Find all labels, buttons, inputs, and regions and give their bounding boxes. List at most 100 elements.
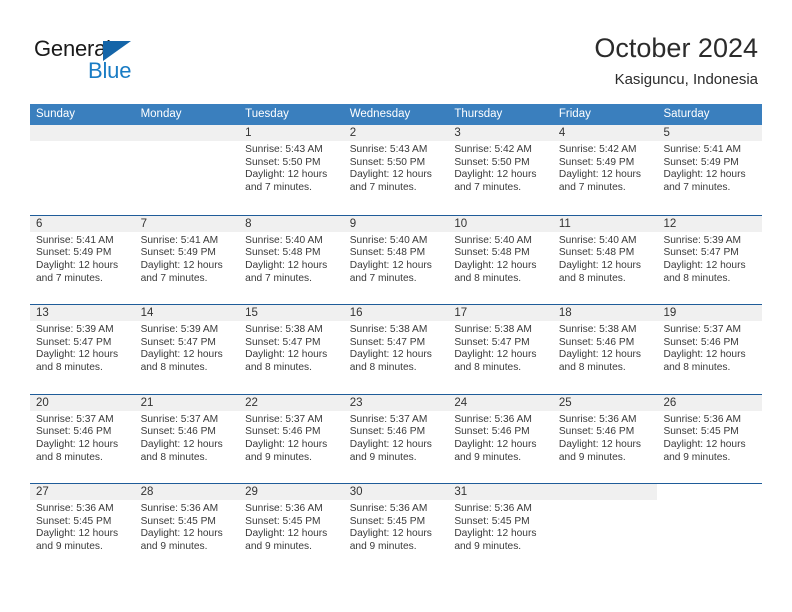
day-cell-empty — [657, 484, 762, 574]
daylight-text-line2: and 7 minutes. — [454, 182, 522, 194]
sunrise-text: Sunrise: 5:43 AM — [245, 144, 323, 155]
day-cell-25[interactable]: 25 Sunrise: 5:36 AM Sunset: 5:46 PM Dayligh… — [553, 395, 658, 485]
day-cell-7[interactable]: 7 Sunrise: 5:41 AM Sunset: 5:49 PM Daylight… — [135, 216, 240, 306]
week-cells: 27 Sunrise: 5:36 AM Sunset: 5:45 PM Dayligh… — [30, 484, 762, 574]
daylight-text-line2: and 7 minutes. — [245, 272, 312, 284]
sunset-text: Sunset: 5:46 PM — [663, 336, 739, 348]
sunset-text: Sunset: 5:45 PM — [454, 515, 530, 527]
day-sun-info: Sunrise: 5:37 AM Sunset: 5:46 PM Daylight:… — [350, 414, 444, 465]
sunset-text: Sunset: 5:45 PM — [663, 426, 739, 438]
sunrise-text: Sunrise: 5:37 AM — [36, 413, 114, 425]
sunrise-text: Sunrise: 5:40 AM — [349, 234, 428, 246]
day-cell-3[interactable]: 3 Sunrise: 5:42 AM Sunset: 5:50 PM Daylight… — [448, 125, 553, 215]
daylight-text-line2: and 7 minutes. — [36, 272, 103, 284]
day-cell-15[interactable]: 15 Sunrise: 5:38 AM Sunset: 5:47 PM Dayligh… — [239, 305, 344, 395]
day-cell-20[interactable]: 20 Sunrise: 5:37 AM Sunset: 5:46 PM Dayligh… — [30, 395, 135, 485]
day-number: 2 — [349, 127, 357, 139]
day-cell-17[interactable]: 17 Sunrise: 5:38 AM Sunset: 5:47 PM Dayligh… — [448, 305, 553, 395]
daylight-text-line2: and 8 minutes. — [36, 451, 103, 463]
day-sun-info: Sunrise: 5:39 AM Sunset: 5:47 PM Daylight:… — [141, 324, 235, 375]
sunset-text: Sunset: 5:48 PM — [349, 247, 426, 259]
title-block: October 2024 Kasiguncu, Indonesia — [594, 32, 758, 89]
sunrise-text: Sunrise: 5:36 AM — [454, 413, 532, 425]
day-cell-1[interactable]: 1 Sunrise: 5:43 AM Sunset: 5:50 PM Daylight… — [239, 125, 344, 215]
daylight-text-line2: and 7 minutes. — [349, 272, 417, 284]
sunrise-text: Sunrise: 5:41 AM — [36, 234, 114, 246]
sunrise-text: Sunrise: 5:42 AM — [454, 144, 532, 155]
sunrise-text: Sunrise: 5:36 AM — [36, 503, 114, 514]
day-sun-info: Sunrise: 5:40 AM Sunset: 5:48 PM Daylight:… — [245, 235, 339, 286]
day-cell-19[interactable]: 19 Sunrise: 5:37 AM Sunset: 5:46 PM Dayligh… — [657, 305, 762, 395]
day-cell-21[interactable]: 21 Sunrise: 5:37 AM Sunset: 5:46 PM Dayligh… — [135, 395, 240, 485]
day-cell-8[interactable]: 8 Sunrise: 5:40 AM Sunset: 5:48 PM Daylight… — [239, 216, 344, 306]
daylight-text-line1: Daylight: 12 hours — [140, 349, 223, 361]
day-cell-23[interactable]: 23 Sunrise: 5:37 AM Sunset: 5:46 PM Dayligh… — [344, 395, 449, 485]
day-cell-30[interactable]: 30 Sunrise: 5:36 AM Sunset: 5:45 PM Dayligh… — [344, 484, 449, 574]
day-cell-2[interactable]: 2 Sunrise: 5:43 AM Sunset: 5:50 PM Daylight… — [344, 125, 449, 215]
day-number: 14 — [140, 307, 154, 319]
day-cell-27[interactable]: 27 Sunrise: 5:36 AM Sunset: 5:45 PM Dayligh… — [30, 484, 135, 574]
day-sun-info: Sunrise: 5:38 AM Sunset: 5:46 PM Daylight:… — [559, 324, 653, 375]
day-sun-info: Sunrise: 5:36 AM Sunset: 5:45 PM Daylight:… — [454, 503, 548, 554]
sunset-text: Sunset: 5:47 PM — [36, 336, 112, 348]
day-sun-info: Sunrise: 5:42 AM Sunset: 5:50 PM Daylight:… — [454, 144, 548, 195]
day-number: 3 — [454, 127, 461, 139]
day-sun-info: Sunrise: 5:38 AM Sunset: 5:47 PM Daylight:… — [245, 324, 339, 375]
day-cell-5[interactable]: 5 Sunrise: 5:41 AM Sunset: 5:49 PM Daylight… — [657, 125, 762, 215]
daylight-text-line1: Daylight: 12 hours — [245, 438, 328, 450]
sunset-text: Sunset: 5:49 PM — [36, 247, 112, 259]
general-blue-logo[interactable]: General Blue — [34, 36, 214, 88]
sunrise-text: Sunrise: 5:37 AM — [663, 324, 742, 335]
sunrise-text: Sunrise: 5:40 AM — [245, 234, 323, 246]
sunrise-text: Sunrise: 5:38 AM — [245, 324, 323, 335]
day-cell-31[interactable]: 31 Sunrise: 5:36 AM Sunset: 5:45 PM Dayligh… — [448, 484, 553, 574]
daylight-text-line2: and 8 minutes. — [140, 362, 208, 374]
daylight-text-line2: and 9 minutes. — [349, 451, 417, 463]
weekday-header-sunday: Sunday — [36, 108, 76, 120]
sunset-text: Sunset: 5:46 PM — [454, 426, 530, 438]
daylight-text-line1: Daylight: 12 hours — [36, 259, 119, 271]
day-cell-24[interactable]: 24 Sunrise: 5:36 AM Sunset: 5:46 PM Dayligh… — [448, 395, 553, 485]
day-cell-29[interactable]: 29 Sunrise: 5:36 AM Sunset: 5:45 PM Dayligh… — [239, 484, 344, 574]
sunrise-text: Sunrise: 5:40 AM — [454, 234, 532, 246]
day-sun-info: Sunrise: 5:40 AM Sunset: 5:48 PM Daylight:… — [350, 235, 444, 286]
day-number: 19 — [663, 307, 677, 319]
sunrise-text: Sunrise: 5:40 AM — [558, 234, 637, 246]
day-number: 30 — [349, 486, 363, 498]
sunset-text: Sunset: 5:46 PM — [558, 336, 635, 348]
calendar-week-row: 27 Sunrise: 5:36 AM Sunset: 5:45 PM Dayligh… — [30, 483, 762, 573]
day-sun-info: Sunrise: 5:37 AM Sunset: 5:46 PM Daylight:… — [36, 414, 130, 465]
daylight-text-line1: Daylight: 12 hours — [454, 259, 537, 271]
sunrise-text: Sunrise: 5:37 AM — [349, 413, 428, 425]
day-cell-4[interactable]: 4 Sunrise: 5:42 AM Sunset: 5:49 PM Daylight… — [553, 125, 658, 215]
day-cell-13[interactable]: 13 Sunrise: 5:39 AM Sunset: 5:47 PM Dayligh… — [30, 305, 135, 395]
daylight-text-line2: and 8 minutes. — [558, 272, 626, 284]
daylight-text-line2: and 9 minutes. — [558, 451, 626, 463]
daylight-text-line1: Daylight: 12 hours — [245, 259, 328, 271]
day-cell-28[interactable]: 28 Sunrise: 5:36 AM Sunset: 5:45 PM Dayligh… — [135, 484, 240, 574]
day-cell-22[interactable]: 22 Sunrise: 5:37 AM Sunset: 5:46 PM Dayligh… — [239, 395, 344, 485]
daylight-text-line2: and 9 minutes. — [663, 451, 731, 463]
daylight-text-line1: Daylight: 12 hours — [36, 528, 119, 540]
daylight-text-line2: and 8 minutes. — [663, 362, 731, 374]
day-cell-6[interactable]: 6 Sunrise: 5:41 AM Sunset: 5:49 PM Daylight… — [30, 216, 135, 306]
day-sun-info: Sunrise: 5:40 AM Sunset: 5:48 PM Daylight:… — [454, 235, 548, 286]
day-cell-14[interactable]: 14 Sunrise: 5:39 AM Sunset: 5:47 PM Dayligh… — [135, 305, 240, 395]
day-number: 12 — [663, 217, 677, 230]
day-number: 5 — [663, 127, 670, 139]
day-sun-info: Sunrise: 5:41 AM Sunset: 5:49 PM Daylight:… — [141, 235, 235, 286]
day-cell-26[interactable]: 26 Sunrise: 5:36 AM Sunset: 5:45 PM Dayligh… — [657, 395, 762, 485]
day-cell-18[interactable]: 18 Sunrise: 5:38 AM Sunset: 5:46 PM Dayligh… — [553, 305, 658, 395]
day-cell-11[interactable]: 11 Sunrise: 5:40 AM Sunset: 5:48 PM Dayligh… — [553, 216, 658, 306]
day-cell-12[interactable]: 12 Sunrise: 5:39 AM Sunset: 5:47 PM Dayligh… — [657, 216, 762, 306]
day-cell-empty — [30, 125, 135, 215]
day-cell-10[interactable]: 10 Sunrise: 5:40 AM Sunset: 5:48 PM Dayligh… — [448, 216, 553, 306]
week-cells: 13 Sunrise: 5:39 AM Sunset: 5:47 PM Dayligh… — [30, 305, 762, 395]
weekday-header-row: Sunday Monday Tuesday Wednesday Thursday Frid… — [30, 104, 762, 125]
day-cell-9[interactable]: 9 Sunrise: 5:40 AM Sunset: 5:48 PM Daylight… — [344, 216, 449, 306]
week-cells: 6 Sunrise: 5:41 AM Sunset: 5:49 PM Daylight… — [30, 216, 762, 306]
day-cell-16[interactable]: 16 Sunrise: 5:38 AM Sunset: 5:47 PM Dayligh… — [344, 305, 449, 395]
sunset-text: Sunset: 5:49 PM — [558, 156, 635, 168]
daylight-text-line2: and 8 minutes. — [140, 451, 208, 463]
day-number: 18 — [558, 307, 572, 319]
